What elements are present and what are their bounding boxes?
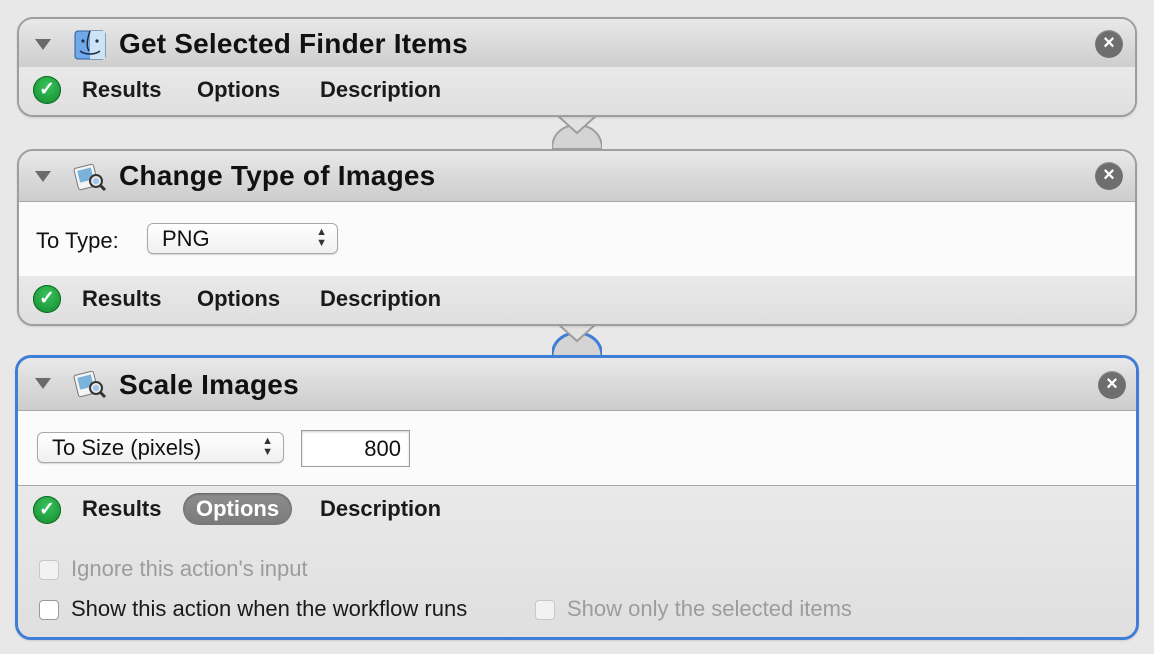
tab-results[interactable]: Results (82, 75, 161, 105)
ignore-input-label: Ignore this action's input (71, 556, 308, 581)
tab-results[interactable]: Results (82, 284, 161, 314)
checkmark-icon: ✓ (33, 76, 61, 104)
close-icon[interactable]: × (1095, 162, 1123, 190)
action-settings: To Type: PNG ▲ ▼ (19, 202, 1135, 279)
to-type-popup[interactable]: PNG ▲ ▼ (147, 223, 338, 254)
to-type-value: PNG (162, 226, 210, 251)
action-header[interactable]: Change Type of Images × (19, 151, 1135, 202)
tab-options[interactable]: Options (197, 75, 280, 105)
finder-icon (74, 30, 106, 60)
tab-results[interactable]: Results (82, 494, 161, 524)
action-header[interactable]: Get Selected Finder Items × (19, 19, 1135, 70)
action-connector (552, 115, 602, 149)
to-type-label: To Type: (36, 228, 119, 253)
popup-arrows-icon: ▲ ▼ (316, 226, 327, 249)
tab-options[interactable]: Options (183, 493, 293, 525)
action-scale-images[interactable]: Scale Images × To Size (pixels) ▲ ▼ 800 ✓… (15, 355, 1139, 640)
action-title: Change Type of Images (119, 160, 436, 191)
preview-icon (73, 370, 107, 399)
scale-mode-popup[interactable]: To Size (pixels) ▲ ▼ (37, 432, 284, 463)
show-when-runs-label: Show this action when the workflow runs (71, 596, 468, 621)
close-icon[interactable]: × (1095, 30, 1123, 58)
preview-icon (73, 163, 107, 192)
disclosure-triangle-icon[interactable] (35, 39, 51, 50)
close-icon[interactable]: × (1098, 371, 1126, 399)
action-tabs: ✓ Results Options Description (19, 67, 1135, 115)
action-header[interactable]: Scale Images × (18, 358, 1136, 411)
action-title: Scale Images (119, 369, 299, 400)
tab-options[interactable]: Options (197, 284, 280, 314)
action-options-panel: ✓ Results Options Description Ignore thi… (18, 486, 1136, 637)
checkmark-icon: ✓ (33, 285, 61, 313)
tab-description[interactable]: Description (320, 75, 441, 105)
action-change-type-of-images[interactable]: Change Type of Images × To Type: PNG ▲ ▼ … (17, 149, 1137, 326)
action-get-selected-finder-items[interactable]: Get Selected Finder Items × ✓ Results Op… (17, 17, 1137, 117)
size-input[interactable]: 800 (301, 430, 410, 467)
checkmark-icon: ✓ (33, 496, 61, 524)
action-tabs: ✓ Results Options Description (19, 276, 1135, 324)
popup-arrows-icon: ▲ ▼ (262, 435, 273, 458)
scale-mode-value: To Size (pixels) (52, 435, 202, 460)
show-only-selected-checkbox[interactable] (535, 600, 555, 620)
disclosure-triangle-icon[interactable] (35, 378, 51, 389)
disclosure-triangle-icon[interactable] (35, 171, 51, 182)
action-settings: To Size (pixels) ▲ ▼ 800 (18, 411, 1136, 486)
action-connector (552, 323, 602, 357)
tab-description[interactable]: Description (320, 494, 441, 524)
action-title: Get Selected Finder Items (119, 28, 468, 59)
show-when-runs-checkbox[interactable] (39, 600, 59, 620)
show-only-selected-label: Show only the selected items (567, 596, 852, 621)
action-tabs: ✓ Results Options Description (18, 486, 1136, 532)
tab-description[interactable]: Description (320, 284, 441, 314)
ignore-input-checkbox[interactable] (39, 560, 59, 580)
